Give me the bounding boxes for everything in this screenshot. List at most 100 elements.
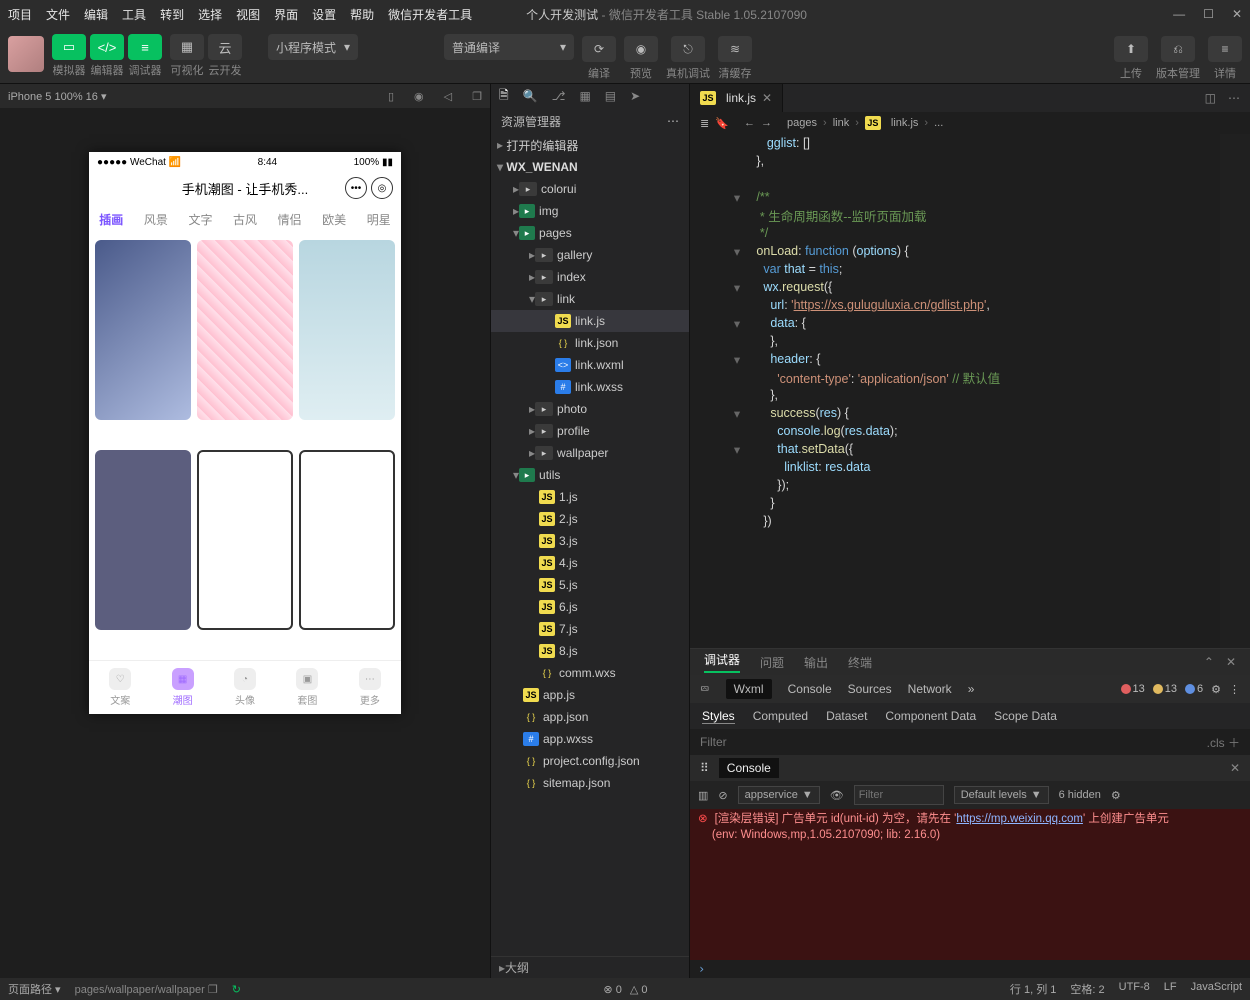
tree-node[interactable]: JS7.js: [491, 618, 689, 640]
sync-icon[interactable]: ↻: [232, 983, 241, 996]
bottom-nav-item[interactable]: ◔头像: [214, 661, 276, 714]
eye-icon[interactable]: 👁: [830, 789, 844, 802]
tree-node[interactable]: JS4.js: [491, 552, 689, 574]
console-prompt[interactable]: ›: [690, 960, 1250, 978]
phone-tab[interactable]: 情侣: [267, 211, 312, 228]
menu-item[interactable]: 帮助: [350, 8, 374, 22]
console-close-icon[interactable]: ✕: [1230, 761, 1240, 775]
close-icon[interactable]: ✕: [1232, 7, 1242, 21]
maximize-icon[interactable]: ☐: [1203, 7, 1214, 21]
style-tab[interactable]: Component Data: [885, 709, 976, 723]
more-icon[interactable]: ⋯: [667, 114, 679, 128]
compile-button[interactable]: ⟳: [582, 36, 616, 62]
device-icon[interactable]: ▯: [388, 90, 394, 103]
list-icon[interactable]: ≣: [700, 117, 709, 130]
console-filter-input[interactable]: [854, 785, 944, 805]
tree-node[interactable]: JS1.js: [491, 486, 689, 508]
minimize-icon[interactable]: —: [1173, 7, 1185, 21]
arrow-icon[interactable]: ➤: [630, 89, 640, 103]
console-expand-icon[interactable]: ⠿: [700, 761, 709, 775]
bottom-nav-item[interactable]: ▦潮图: [151, 661, 213, 714]
minimap[interactable]: [1220, 134, 1250, 648]
status-item[interactable]: LF: [1164, 981, 1177, 997]
tree-node[interactable]: { }sitemap.json: [491, 772, 689, 794]
style-tab[interactable]: Scope Data: [994, 709, 1057, 723]
style-tab[interactable]: Dataset: [826, 709, 867, 723]
multiwin-icon[interactable]: ❐: [472, 90, 482, 103]
menu-item[interactable]: 视图: [236, 8, 260, 22]
file-tree[interactable]: 打开的编辑器 WX_WENAN ▸colorui▸img▸pages▸galle…: [491, 134, 689, 956]
editor-tab-active[interactable]: JS link.js ✕: [690, 84, 783, 112]
tree-node[interactable]: { }link.json: [491, 332, 689, 354]
tree-node[interactable]: ▸pages: [491, 222, 689, 244]
tree-node[interactable]: JSlink.js: [491, 310, 689, 332]
menu-item[interactable]: 设置: [312, 8, 336, 22]
levels-select[interactable]: Default levels▼: [954, 786, 1049, 804]
debug-tabs[interactable]: 调试器 问题 输出 终端 ⌃ ✕: [690, 649, 1250, 675]
tree-node[interactable]: JS5.js: [491, 574, 689, 596]
tree-node[interactable]: #link.wxss: [491, 376, 689, 398]
devtools-tab[interactable]: Console: [788, 682, 832, 696]
status-item[interactable]: JavaScript: [1191, 981, 1242, 997]
close-tab-icon[interactable]: ✕: [762, 91, 772, 105]
tree-node[interactable]: ▸img: [491, 200, 689, 222]
files-icon[interactable]: 🗎: [499, 86, 509, 107]
phone-tab[interactable]: 文字: [178, 211, 223, 228]
mute-icon[interactable]: ◁: [444, 90, 452, 103]
menu-item[interactable]: 编辑: [84, 8, 108, 22]
forward-icon[interactable]: →: [761, 117, 772, 129]
phone-tab[interactable]: 明星: [356, 211, 401, 228]
visual-button[interactable]: ▦: [170, 34, 204, 60]
phone-tab[interactable]: 欧美: [312, 211, 357, 228]
devtools-tab[interactable]: Wxml: [726, 679, 772, 699]
mode-select[interactable]: 小程序模式▾: [268, 34, 358, 60]
more-tabs-icon[interactable]: »: [968, 682, 975, 696]
devtools-tab[interactable]: Network: [908, 682, 952, 696]
phone-tab[interactable]: 古风: [223, 211, 268, 228]
tree-node[interactable]: ▸wallpaper: [491, 442, 689, 464]
styles-tabs[interactable]: Styles Computed Dataset Component Data Scope…: [690, 703, 1250, 729]
add-style-icon[interactable]: ＋: [1228, 736, 1240, 750]
status-warn-count[interactable]: △ 0: [630, 983, 648, 996]
page-path-label[interactable]: 页面路径 ▾: [8, 981, 61, 997]
menu-item[interactable]: 界面: [274, 8, 298, 22]
inspect-icon[interactable]: ⮹: [700, 682, 710, 697]
phone-simulator[interactable]: ●●●●● WeChat 📶 8:44 100% ▮▮ 手机潮图 - 让手机秀.…: [89, 152, 401, 714]
dbg-tab[interactable]: 输出: [804, 654, 828, 671]
tree-node[interactable]: JS6.js: [491, 596, 689, 618]
bottom-nav-item[interactable]: ♡文案: [89, 661, 151, 714]
simulator-button[interactable]: ▭: [52, 34, 86, 60]
breadcrumb[interactable]: ≣ 🔖 ← → pages› link› JSlink.js› ...: [690, 112, 1250, 134]
preview-button[interactable]: ◉: [624, 36, 658, 62]
style-tab[interactable]: Styles: [702, 709, 735, 724]
tree-node[interactable]: ▸gallery: [491, 244, 689, 266]
menu-item[interactable]: 选择: [198, 8, 222, 22]
chevron-up-icon[interactable]: ⌃: [1204, 655, 1214, 669]
sidebar-toggle-icon[interactable]: ▥: [698, 789, 708, 802]
status-item[interactable]: 行 1, 列 1: [1010, 981, 1056, 997]
clear-console-icon[interactable]: ⊘: [718, 789, 727, 802]
split-icon[interactable]: ◫: [1205, 91, 1216, 105]
capsule-close-icon[interactable]: ◎: [371, 177, 393, 199]
cloud-button[interactable]: 云: [208, 34, 242, 60]
record-icon[interactable]: ◉: [414, 90, 424, 103]
style-tab[interactable]: Computed: [753, 709, 808, 723]
page-path[interactable]: pages/wallpaper/wallpaper ❐: [75, 983, 218, 996]
tree-node[interactable]: JS2.js: [491, 508, 689, 530]
realdevice-button[interactable]: ⎋: [671, 36, 705, 62]
phone-tab[interactable]: 风景: [134, 211, 179, 228]
dbg-tab[interactable]: 问题: [760, 654, 784, 671]
panel-close-icon[interactable]: ✕: [1226, 655, 1236, 669]
code-editor[interactable]: gglist: [] },▾ /** * 生命周期函数--监听页面加载 */▾ …: [690, 134, 1250, 648]
dbg-tab[interactable]: 终端: [848, 654, 872, 671]
tree-node[interactable]: { }project.config.json: [491, 750, 689, 772]
tree-node[interactable]: JSapp.js: [491, 684, 689, 706]
menu-item[interactable]: 转到: [160, 8, 184, 22]
branch-icon[interactable]: ⎇: [552, 89, 566, 103]
debugger-button[interactable]: ≡: [128, 34, 162, 60]
dbg-tab[interactable]: 调试器: [704, 651, 740, 673]
tree-node[interactable]: ▸photo: [491, 398, 689, 420]
compile-mode-select[interactable]: 普通编译▾: [444, 34, 574, 60]
menu-item[interactable]: 文件: [46, 8, 70, 22]
status-item[interactable]: UTF-8: [1119, 981, 1150, 997]
